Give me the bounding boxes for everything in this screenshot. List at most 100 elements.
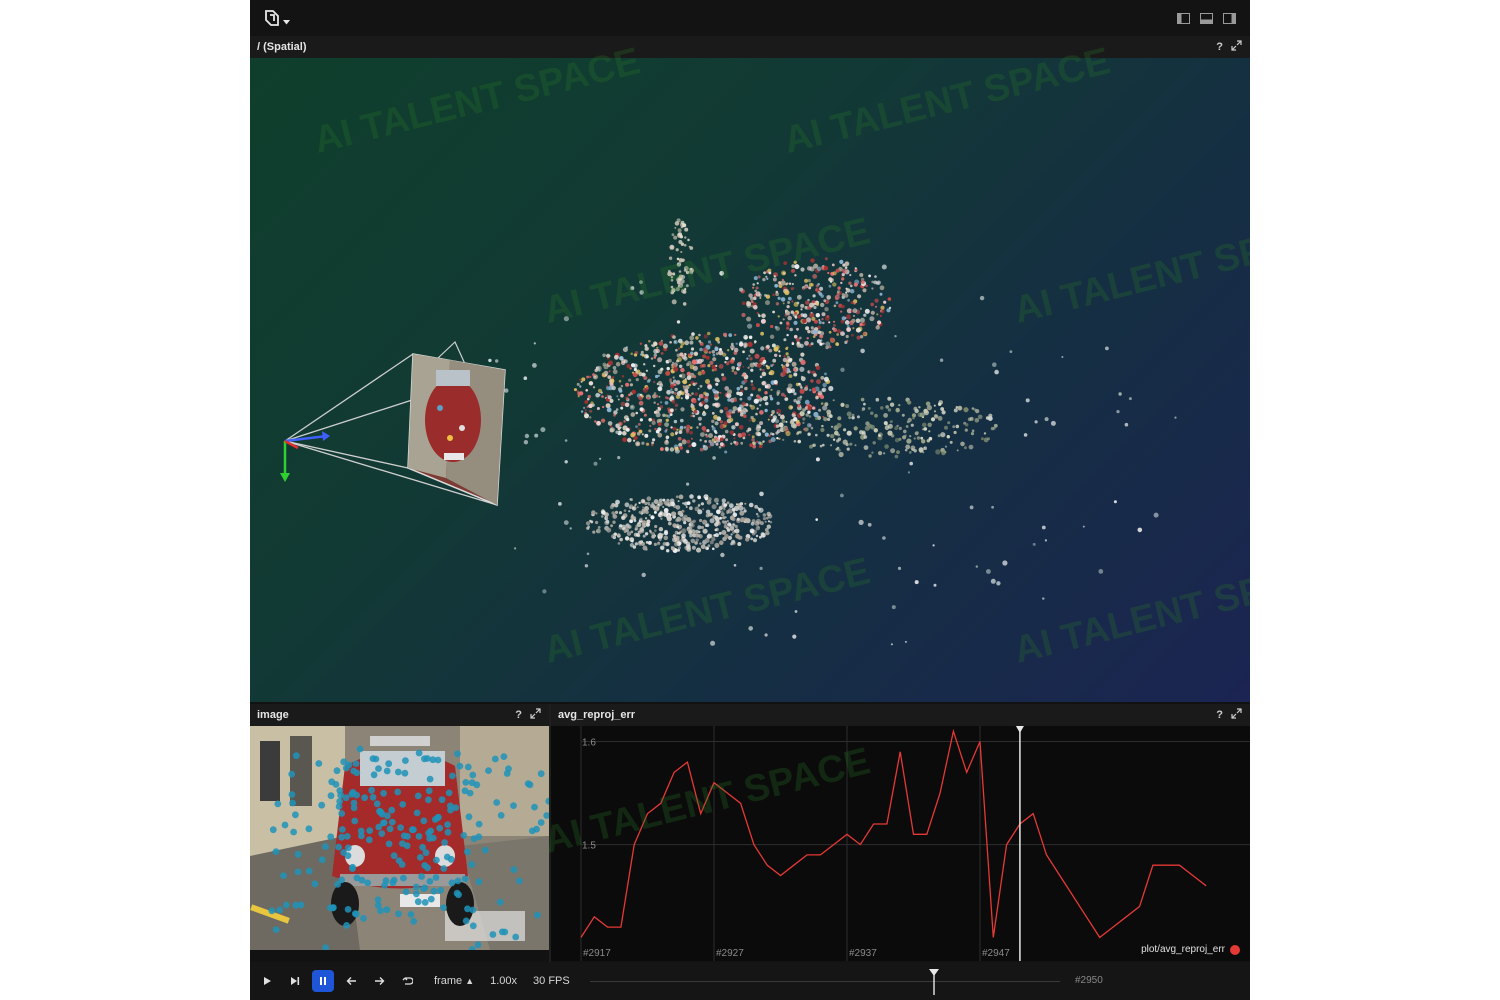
point-cloud-point (836, 333, 840, 336)
point-cloud-point (666, 389, 671, 395)
point-cloud-point (913, 437, 916, 440)
step-next-button[interactable] (368, 970, 390, 992)
feature-point (368, 786, 375, 794)
feature-point (335, 843, 343, 851)
point-cloud-point (786, 371, 789, 374)
point-cloud-point (751, 435, 755, 439)
point-cloud-point (695, 382, 698, 385)
point-cloud-point (785, 363, 790, 367)
step-forward-button[interactable] (284, 970, 306, 992)
point-cloud-point (934, 414, 939, 419)
point-cloud-point (739, 412, 744, 417)
point-cloud-point (700, 432, 705, 437)
point-cloud-point (602, 353, 606, 358)
feature-point (408, 826, 416, 834)
point-cloud-point (586, 375, 589, 379)
point-cloud-point (611, 534, 616, 539)
image-view[interactable] (250, 726, 549, 950)
plot-time-cursor-handle[interactable] (1015, 726, 1024, 733)
spatial-3d-view[interactable] (250, 58, 1250, 702)
point-cloud-point (657, 374, 660, 377)
point-cloud-point (928, 436, 933, 441)
toggle-right-panel-icon[interactable] (1223, 11, 1236, 29)
maximize-icon[interactable] (1231, 40, 1242, 54)
point-cloud-point (756, 363, 762, 368)
point-cloud-point (800, 386, 803, 389)
point-cloud-point (853, 302, 856, 305)
point-cloud-point (670, 546, 676, 551)
point-cloud-point (675, 432, 678, 436)
point-cloud-point (670, 276, 674, 279)
feature-point (433, 856, 440, 864)
point-cloud-point (896, 450, 900, 454)
step-back-button[interactable] (340, 970, 362, 992)
maximize-icon[interactable] (1231, 708, 1242, 722)
point-cloud-point (670, 278, 674, 282)
point-cloud-point (816, 266, 822, 272)
point-cloud-point (488, 358, 492, 363)
point-cloud-point (802, 421, 805, 424)
point-cloud-point (676, 391, 682, 396)
point-cloud-point (634, 542, 638, 546)
feature-point (373, 800, 381, 808)
point-cloud-point (887, 396, 892, 401)
point-cloud-point (741, 301, 746, 306)
point-cloud-point (812, 443, 816, 447)
toggle-bottom-panel-icon[interactable] (1200, 11, 1213, 29)
point-cloud-point (665, 435, 670, 440)
timeline-selector[interactable]: frame ▲ (434, 975, 474, 987)
point-cloud-point (638, 501, 641, 505)
point-cloud-point (699, 439, 702, 442)
point-cloud-point (601, 418, 606, 423)
point-cloud-point (987, 416, 993, 421)
feature-point (464, 763, 472, 771)
point-cloud-point (740, 441, 744, 445)
series-line-avg-reproj-err[interactable] (580, 728, 1207, 939)
feature-point (398, 861, 406, 868)
point-cloud-point (870, 302, 874, 307)
point-cloud-point (863, 332, 866, 336)
point-cloud-point (676, 359, 680, 363)
maximize-icon[interactable] (530, 708, 541, 722)
point-cloud-point (654, 529, 657, 532)
point-cloud-point (775, 419, 779, 424)
point-cloud-point (702, 519, 708, 525)
playback-speed[interactable]: 1.00x (490, 975, 517, 987)
point-cloud-point (762, 513, 767, 517)
point-cloud-point (650, 357, 654, 360)
help-icon[interactable]: ? (1216, 709, 1223, 721)
point-cloud-point (638, 400, 644, 406)
point-cloud-point (640, 353, 643, 356)
point-cloud-point (804, 399, 810, 405)
point-cloud-point (789, 419, 795, 425)
point-cloud-point (1044, 539, 1047, 542)
point-cloud-point (799, 366, 805, 372)
point-cloud-point (845, 291, 848, 294)
time-cursor-handle[interactable] (928, 969, 940, 995)
playback-fps[interactable]: 30 FPS (533, 975, 570, 987)
feature-point (464, 905, 471, 913)
play-button[interactable] (256, 970, 278, 992)
point-cloud-point (648, 339, 651, 343)
point-cloud-point (689, 246, 694, 250)
feature-point (434, 814, 442, 821)
point-cloud-point (793, 368, 797, 372)
point-cloud-point (944, 445, 948, 448)
time-series-plot[interactable]: #2917 #2927 #2937 #2947 1.6 1.5 plot/avg_repr… (551, 726, 1250, 961)
toggle-left-panel-icon[interactable] (1177, 11, 1190, 29)
timeline-scrubber[interactable] (590, 962, 1060, 1000)
feature-point (374, 896, 382, 904)
point-cloud-point (701, 411, 707, 417)
point-cloud-point (706, 331, 711, 336)
point-cloud-point (741, 312, 746, 318)
help-icon[interactable]: ? (1216, 41, 1223, 53)
help-icon[interactable]: ? (515, 709, 522, 721)
loop-button[interactable] (396, 970, 418, 992)
pause-button[interactable] (312, 970, 334, 992)
app-menu-button[interactable] (264, 9, 290, 32)
point-cloud-point (753, 398, 759, 404)
point-cloud-point (697, 397, 701, 401)
point-cloud-point (646, 379, 651, 383)
plot-legend[interactable]: plot/avg_reproj_err (1141, 944, 1240, 955)
point-cloud-point (848, 281, 852, 285)
